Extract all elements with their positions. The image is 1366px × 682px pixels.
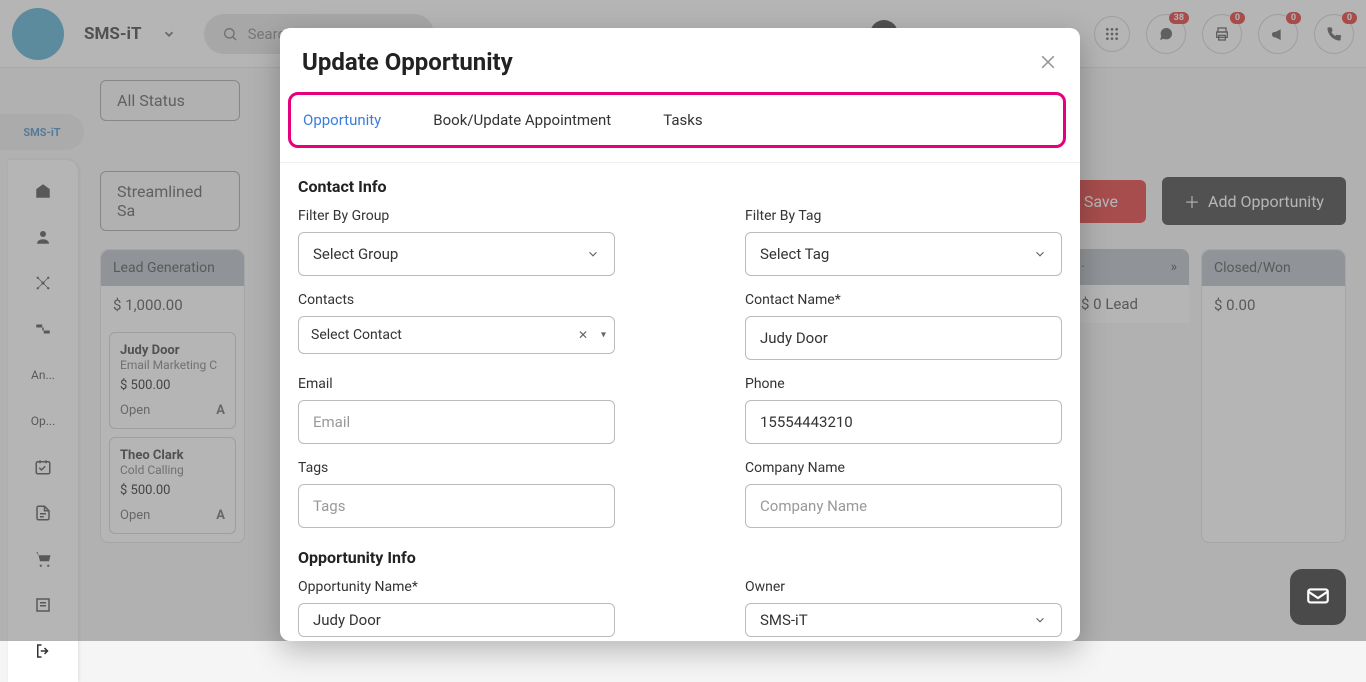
input-company[interactable] <box>760 497 1047 515</box>
label-filter-group: Filter By Group <box>298 208 615 224</box>
owner-value: SMS-iT <box>760 611 808 629</box>
label-email: Email <box>298 376 615 392</box>
label-filter-tag: Filter By Tag <box>745 208 1062 224</box>
dropdown-icon[interactable]: ▾ <box>601 330 606 341</box>
label-company: Company Name <box>745 460 1062 476</box>
input-contact-name[interactable] <box>760 329 1047 347</box>
input-phone[interactable] <box>760 413 1047 431</box>
tags-placeholder: Tags <box>313 497 345 515</box>
modal-title: Update Opportunity <box>302 48 513 76</box>
chevron-down-icon <box>1033 613 1047 627</box>
select-filter-tag[interactable]: Select Tag <box>745 232 1062 276</box>
select-filter-group[interactable]: Select Group <box>298 232 615 276</box>
select-contacts[interactable]: Select Contact ✕ ▾ <box>298 316 615 354</box>
select-group-placeholder: Select Group <box>313 245 398 263</box>
label-opportunity-name: Opportunity Name* <box>298 579 615 595</box>
label-owner: Owner <box>745 579 1062 595</box>
modal-tabs-highlighted: Opportunity Book/Update Appointment Task… <box>288 92 1066 148</box>
chevron-down-icon <box>1033 247 1047 261</box>
input-tags[interactable]: Tags <box>298 484 615 528</box>
clear-icon[interactable]: ✕ <box>578 328 588 342</box>
label-contact-name: Contact Name* <box>745 292 1062 308</box>
section-opportunity-info: Opportunity Info <box>298 548 1062 567</box>
select-owner[interactable]: SMS-iT <box>745 603 1062 637</box>
close-icon[interactable] <box>1038 52 1058 72</box>
input-email[interactable] <box>313 413 600 431</box>
section-contact-info: Contact Info <box>298 177 1062 196</box>
label-contacts: Contacts <box>298 292 615 308</box>
select-tag-placeholder: Select Tag <box>760 245 829 263</box>
contacts-placeholder: Select Contact <box>311 327 402 343</box>
label-phone: Phone <box>745 376 1062 392</box>
label-tags: Tags <box>298 460 615 476</box>
tab-appointment[interactable]: Book/Update Appointment <box>429 105 615 135</box>
chevron-down-icon <box>586 247 600 261</box>
input-opportunity-name[interactable] <box>313 611 600 629</box>
tab-tasks[interactable]: Tasks <box>659 105 706 135</box>
tab-opportunity[interactable]: Opportunity <box>299 105 385 135</box>
chat-fab[interactable] <box>1290 569 1346 625</box>
update-opportunity-modal: Update Opportunity Opportunity Book/Upda… <box>280 28 1080 641</box>
